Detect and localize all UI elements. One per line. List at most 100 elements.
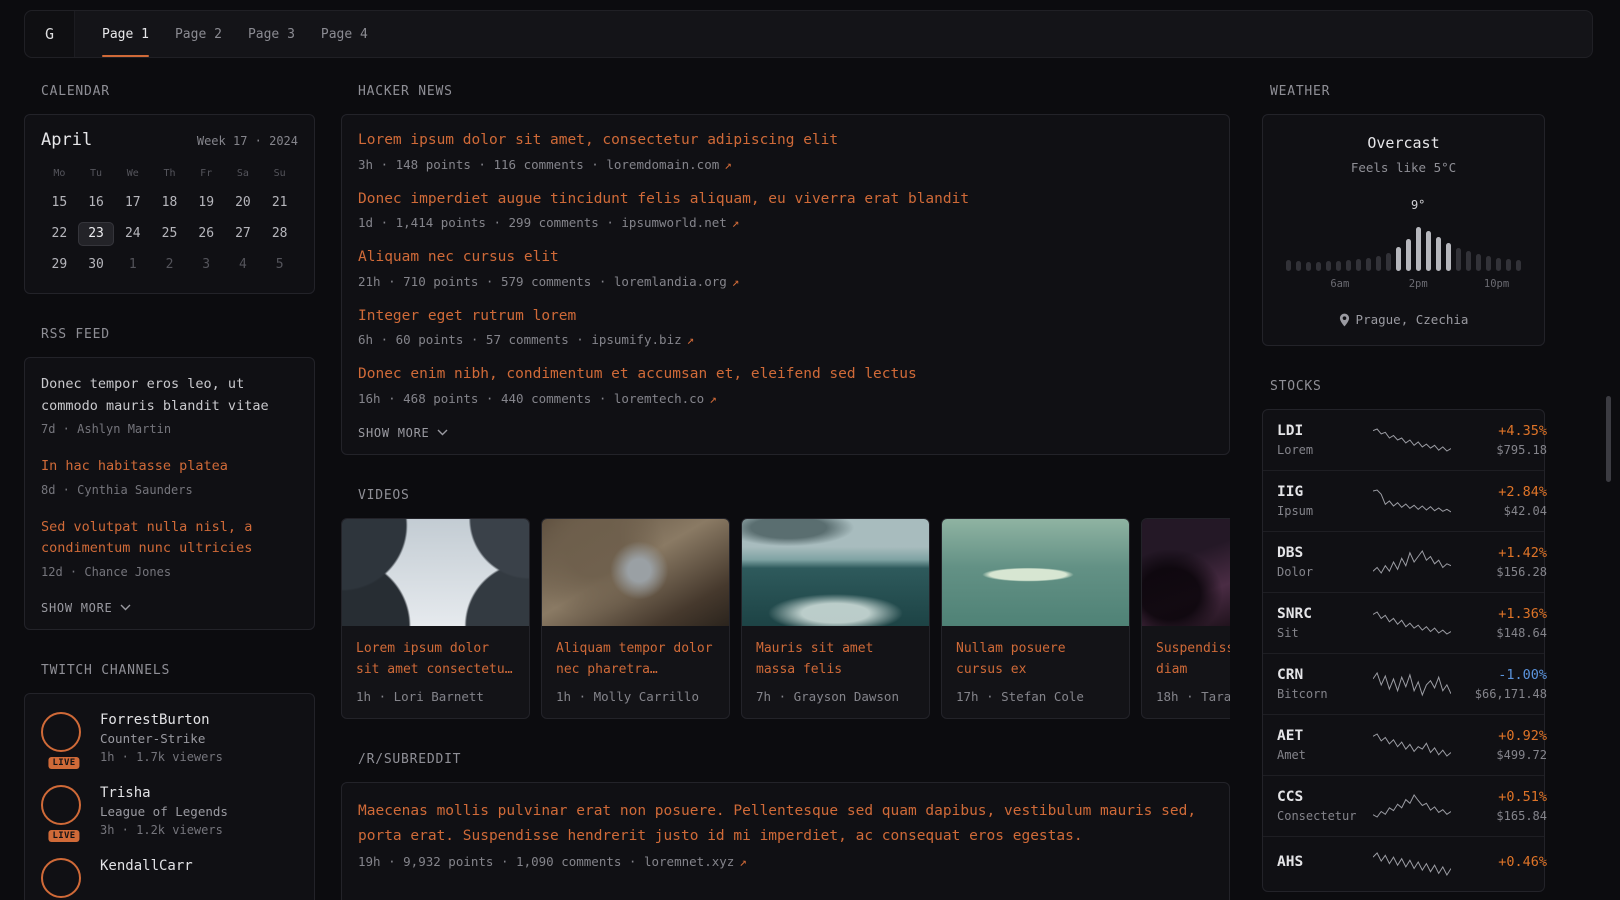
hackernews-show-more-button[interactable]: SHOW MORE bbox=[358, 424, 1213, 440]
hackernews-item-meta: 21h · 710 points · 579 comments · loreml… bbox=[358, 274, 1213, 289]
video-card-body: Nullam posuere cursus ex 17h · Stefan Co… bbox=[942, 626, 1129, 718]
stock-ticker: AHS bbox=[1277, 854, 1373, 870]
rss-show-more-label: SHOW MORE bbox=[41, 601, 113, 615]
hackernews-item-stats: 21h · 710 points · 579 comments · bbox=[358, 274, 606, 289]
subreddit-post-title[interactable]: Maecenas mollis pulvinar erat non posuer… bbox=[358, 799, 1213, 848]
hackernews-item-domain[interactable]: ipsumworld.net bbox=[621, 215, 726, 230]
page-tab-label: Page 1 bbox=[102, 27, 149, 42]
stock-row[interactable]: IIG Ipsum +2.84% $42.04 bbox=[1263, 470, 1544, 531]
rss-item-title[interactable]: Donec tempor eros leo, ut commodo mauris… bbox=[41, 374, 298, 417]
rss-item-title[interactable]: Sed volutpat nulla nisl, a condimentum n… bbox=[41, 517, 298, 560]
stock-name: Ipsum bbox=[1277, 504, 1373, 518]
hackernews-item-domain[interactable]: loremlandia.org bbox=[614, 274, 727, 289]
video-title[interactable]: Suspendisse diam bbox=[1156, 638, 1230, 680]
rss-item-meta: 12d · Chance Jones bbox=[41, 565, 298, 579]
video-thumbnail[interactable] bbox=[342, 519, 529, 626]
page-tab[interactable]: Page 1 bbox=[89, 11, 162, 57]
stock-name: Lorem bbox=[1277, 443, 1373, 457]
calendar-day-header: Mo bbox=[41, 168, 78, 179]
video-thumbnail[interactable] bbox=[1142, 519, 1230, 626]
video-thumbnail[interactable] bbox=[542, 519, 729, 626]
twitch-channel[interactable]: LIVE Trisha League of Legends 3h · 1.2k … bbox=[41, 785, 298, 837]
video-thumbnail[interactable] bbox=[942, 519, 1129, 626]
stock-change: +0.46% bbox=[1451, 854, 1547, 870]
hackernews-show-more-label: SHOW MORE bbox=[358, 426, 430, 440]
calendar-day-header: Th bbox=[151, 168, 188, 179]
calendar-day-header: Tu bbox=[78, 168, 115, 179]
calendar-week-year: Week 17 · 2024 bbox=[197, 134, 298, 148]
hackernews-item-stats: 6h · 60 points · 57 comments · bbox=[358, 332, 584, 347]
page-tab[interactable]: Page 3 bbox=[235, 11, 308, 57]
video-meta: 1h · Lori Barnett bbox=[356, 689, 515, 704]
calendar-day: 5 bbox=[261, 253, 298, 277]
calendar-day: 4 bbox=[225, 253, 262, 277]
app-logo[interactable]: G bbox=[25, 11, 75, 57]
rss-item-title[interactable]: In hac habitasse platea bbox=[41, 456, 298, 478]
video-meta: 18h · Tarah bbox=[1156, 689, 1230, 704]
hackernews-item-title[interactable]: Aliquam nec cursus elit bbox=[358, 248, 1213, 268]
video-card[interactable]: Lorem ipsum dolor sit amet consectetu… 1… bbox=[341, 518, 530, 719]
stock-identity: CRN Bitcorn bbox=[1277, 667, 1373, 701]
weather-time-label: 6am bbox=[1330, 278, 1349, 290]
video-card[interactable]: Suspendisse diam 18h · Tarah bbox=[1141, 518, 1230, 719]
rss-item[interactable]: Donec tempor eros leo, ut commodo mauris… bbox=[41, 374, 298, 436]
calendar-day: 3 bbox=[188, 253, 225, 277]
calendar-day: 21 bbox=[261, 191, 298, 215]
external-link-icon: ↗ bbox=[709, 391, 717, 406]
section-title-subreddit: /R/SUBREDDIT bbox=[358, 752, 1230, 767]
hackernews-item-title[interactable]: Donec enim nibh, condimentum et accumsan… bbox=[358, 365, 1213, 385]
stock-name: Bitcorn bbox=[1277, 687, 1373, 701]
live-badge: LIVE bbox=[48, 757, 79, 769]
video-title[interactable]: Nullam posuere cursus ex bbox=[956, 638, 1115, 680]
hackernews-item-domain[interactable]: ipsumify.biz bbox=[591, 332, 681, 347]
stock-row[interactable]: DBS Dolor +1.42% $156.28 bbox=[1263, 531, 1544, 592]
twitch-channel[interactable]: LIVE KendallCarr bbox=[41, 858, 298, 898]
hackernews-item-domain[interactable]: loremdomain.com bbox=[606, 157, 719, 172]
section-title-rss: RSS FEED bbox=[41, 327, 315, 342]
stock-identity: CCS Consectetur bbox=[1277, 789, 1373, 823]
rss-item[interactable]: In hac habitasse platea 8d · Cynthia Sau… bbox=[41, 456, 298, 497]
stock-change: +1.36% bbox=[1451, 606, 1547, 622]
twitch-channel[interactable]: LIVE ForrestBurton Counter-Strike 1h · 1… bbox=[41, 712, 298, 764]
page-tab[interactable]: Page 2 bbox=[162, 11, 235, 57]
video-title[interactable]: Aliquam tempor dolor nec pharetra… bbox=[556, 638, 715, 680]
avatar bbox=[41, 712, 81, 752]
video-title[interactable]: Mauris sit amet massa felis bbox=[756, 638, 915, 680]
video-title[interactable]: Lorem ipsum dolor sit amet consectetu… bbox=[356, 638, 515, 680]
external-link-icon: ↗ bbox=[724, 157, 732, 172]
stock-row[interactable]: CCS Consectetur +0.51% $165.84 bbox=[1263, 775, 1544, 836]
stock-ticker: AET bbox=[1277, 728, 1373, 744]
hackernews-item-title[interactable]: Integer eget rutrum lorem bbox=[358, 307, 1213, 327]
subreddit-post-domain[interactable]: loremnet.xyz bbox=[644, 854, 734, 869]
stock-chart-wrap bbox=[1373, 426, 1451, 454]
video-thumbnail[interactable] bbox=[742, 519, 929, 626]
hackernews-item-title[interactable]: Donec imperdiet augue tincidunt felis al… bbox=[358, 190, 1213, 210]
rss-item-meta: 7d · Ashlyn Martin bbox=[41, 422, 298, 436]
twitch-channel-info: KendallCarr bbox=[100, 858, 193, 898]
twitch-channel-name[interactable]: KendallCarr bbox=[100, 858, 193, 874]
stock-row[interactable]: LDI Lorem +4.35% $795.18 bbox=[1263, 410, 1544, 470]
weather-location-row: Prague, Czechia bbox=[1279, 312, 1528, 329]
stock-price: $156.28 bbox=[1451, 565, 1547, 579]
twitch-channel-name[interactable]: ForrestBurton bbox=[100, 712, 223, 728]
scrollbar-thumb[interactable] bbox=[1606, 396, 1611, 482]
weather-bars bbox=[1286, 227, 1521, 271]
stock-row[interactable]: CRN Bitcorn -1.00% $66,171.48 bbox=[1263, 653, 1544, 714]
video-card[interactable]: Mauris sit amet massa felis 7h · Grayson… bbox=[741, 518, 930, 719]
stock-row[interactable]: AET Amet +0.92% $499.72 bbox=[1263, 714, 1544, 775]
rss-item[interactable]: Sed volutpat nulla nisl, a condimentum n… bbox=[41, 517, 298, 579]
page-tab[interactable]: Page 4 bbox=[308, 11, 381, 57]
stock-change: +1.42% bbox=[1451, 545, 1547, 561]
hackernews-item-title[interactable]: Lorem ipsum dolor sit amet, consectetur … bbox=[358, 131, 1213, 151]
rss-show-more-button[interactable]: SHOW MORE bbox=[41, 599, 298, 615]
video-card[interactable]: Aliquam tempor dolor nec pharetra… 1h · … bbox=[541, 518, 730, 719]
stocks-card: LDI Lorem +4.35% $795.18 bbox=[1262, 409, 1545, 892]
stock-row[interactable]: AHS +0.46% bbox=[1263, 836, 1544, 891]
stock-row[interactable]: SNRC Sit +1.36% $148.64 bbox=[1263, 592, 1544, 653]
twitch-channel-name[interactable]: Trisha bbox=[100, 785, 228, 801]
video-card[interactable]: Nullam posuere cursus ex 17h · Stefan Co… bbox=[941, 518, 1130, 719]
left-column: CALENDAR April Week 17 · 2024 Mo Tu We T… bbox=[24, 84, 315, 900]
hackernews-item-domain[interactable]: loremtech.co bbox=[614, 391, 704, 406]
stock-identity: IIG Ipsum bbox=[1277, 484, 1373, 518]
calendar-day: 15 bbox=[41, 191, 78, 215]
